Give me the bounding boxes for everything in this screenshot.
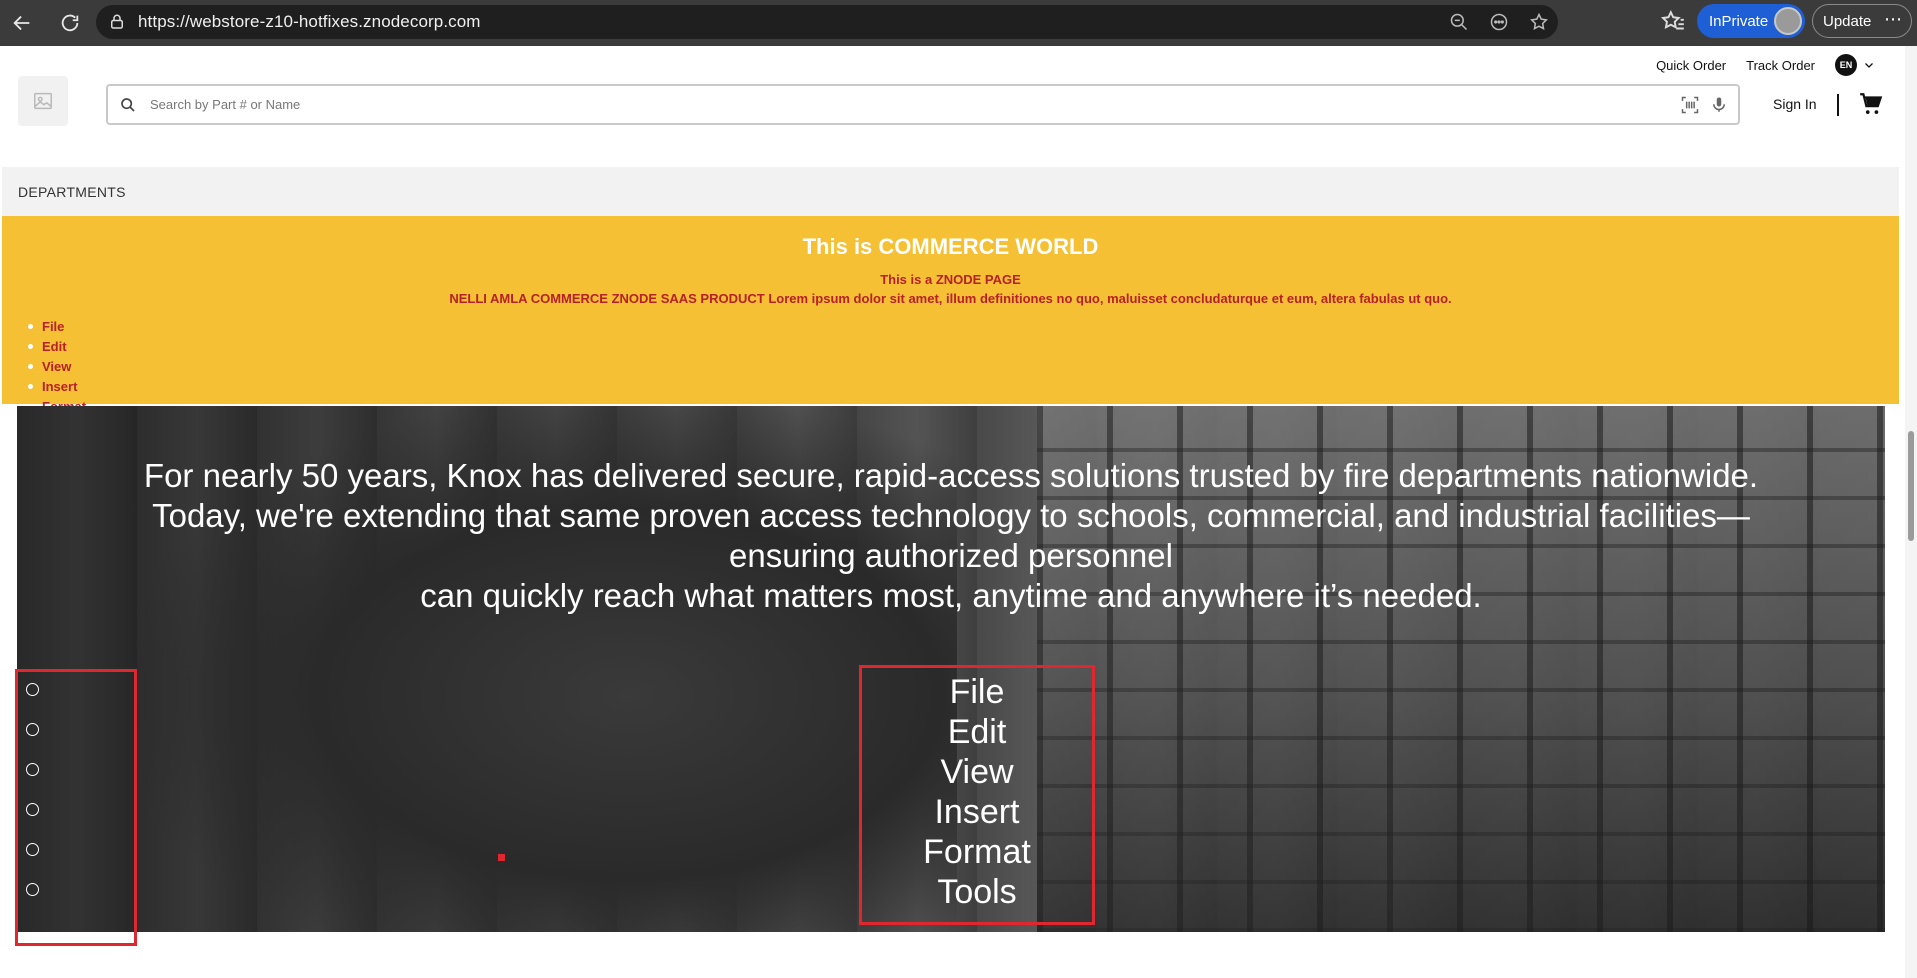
inprivate-label: InPrivate <box>1709 12 1769 30</box>
radio-option[interactable] <box>26 843 39 856</box>
radio-option[interactable] <box>26 803 39 816</box>
barcode-scan-icon[interactable] <box>1680 95 1700 115</box>
inprivate-button[interactable]: InPrivate <box>1697 4 1805 38</box>
promo-banner: This is COMMERCE WORLD This is a ZNODE P… <box>2 216 1899 414</box>
header-divider <box>1837 94 1839 116</box>
red-marker <box>498 854 505 861</box>
back-icon[interactable] <box>4 5 40 41</box>
radio-option[interactable] <box>26 723 39 736</box>
store-logo[interactable] <box>18 76 68 126</box>
more-menu-icon[interactable]: ⋯ <box>1884 9 1903 30</box>
banner-menu-item: Edit <box>27 337 86 357</box>
banner-subtitle: This is a ZNODE PAGE <box>880 272 1021 287</box>
utility-links: Quick Order Track Order EN <box>1656 54 1875 76</box>
hero-menu-item: File <box>949 673 1005 711</box>
highlight-box-menu: File Edit View Insert Format Tools <box>859 665 1095 925</box>
hero-menu-item: View <box>940 753 1014 791</box>
banner-description: NELLI AMLA COMMERCE ZNODE SAAS PRODUCT L… <box>449 291 1452 306</box>
hero-menu-item: Insert <box>934 793 1020 831</box>
zoom-out-icon[interactable] <box>1446 9 1472 35</box>
banner-title: This is COMMERCE WORLD <box>802 234 1099 259</box>
chevron-down-icon <box>1865 63 1873 68</box>
sign-in-link[interactable]: Sign In <box>1773 96 1817 112</box>
search-icon <box>121 97 135 112</box>
banner-menu-item: File <box>27 317 86 337</box>
microphone-icon[interactable] <box>1710 94 1728 116</box>
banner-menu-list: File Edit View Insert Format <box>27 317 86 417</box>
radio-option[interactable] <box>26 763 39 776</box>
language-selector[interactable]: EN <box>1835 54 1875 76</box>
browser-toolbar: https://webstore-z10-hotfixes.znodecorp.… <box>0 0 1917 46</box>
hero-line: ensuring authorized personnel <box>729 537 1173 574</box>
hero-line: Today, we're extending that same proven … <box>152 497 1750 534</box>
hero-line: For nearly 50 years, Knox has delivered … <box>143 457 1759 494</box>
radio-option[interactable] <box>26 683 39 696</box>
lock-icon[interactable] <box>108 13 126 31</box>
refresh-icon[interactable] <box>52 5 88 41</box>
hero-text: For nearly 50 years, Knox has delivered … <box>17 456 1885 616</box>
favorites-icon[interactable] <box>1660 9 1688 37</box>
hero-menu-item: Edit <box>947 713 1007 751</box>
favorite-star-icon[interactable] <box>1526 9 1552 35</box>
more-tools-icon[interactable] <box>1486 9 1512 35</box>
departments-label: DEPARTMENTS <box>18 184 126 200</box>
quick-order-link[interactable]: Quick Order <box>1656 58 1726 73</box>
search-bar[interactable]: Search by Part # or Name <box>106 84 1740 125</box>
hero-menu-item: Tools <box>937 873 1017 911</box>
image-placeholder-icon <box>34 92 52 110</box>
address-bar[interactable]: https://webstore-z10-hotfixes.znodecorp.… <box>96 5 1558 39</box>
banner-menu-item: View <box>27 357 86 377</box>
hero-menu-item: Format <box>923 833 1031 871</box>
profile-avatar <box>1774 7 1802 35</box>
banner-menu-item: Insert <box>27 377 86 397</box>
departments-menu[interactable]: DEPARTMENTS <box>2 167 1899 217</box>
radio-option[interactable] <box>26 883 39 896</box>
search-input[interactable]: Search by Part # or Name <box>150 97 300 112</box>
url-text[interactable]: https://webstore-z10-hotfixes.znodecorp.… <box>138 12 481 32</box>
update-button[interactable]: Update ⋯ <box>1812 4 1912 38</box>
update-label: Update <box>1823 12 1872 30</box>
page-scrollbar[interactable] <box>1905 46 1917 978</box>
cart-icon[interactable] <box>1858 91 1884 117</box>
hero-line: can quickly reach what matters most, any… <box>420 577 1482 614</box>
language-badge: EN <box>1835 54 1857 76</box>
track-order-link[interactable]: Track Order <box>1746 58 1815 73</box>
highlight-box-radio-list <box>15 669 137 946</box>
scrollbar-thumb[interactable] <box>1908 431 1914 541</box>
